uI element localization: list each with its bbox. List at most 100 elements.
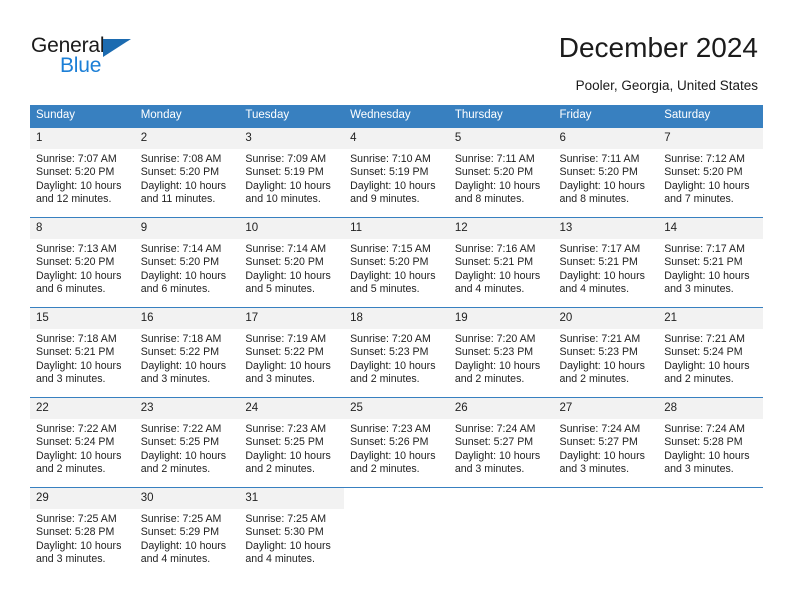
calendar-week-row: 22 Sunrise: 7:22 AM Sunset: 5:24 PM Dayligh… <box>30 397 763 488</box>
sunset-time: Sunset: 5:26 PM <box>350 436 429 449</box>
weekday-header-sunday: Sunday <box>30 105 135 128</box>
calendar-day-cell[interactable]: 28 Sunrise: 7:24 AM Sunset: 5:28 PM Dayligh… <box>658 397 763 488</box>
sunset-time: Sunset: 5:23 PM <box>454 346 534 359</box>
calendar-day-cell[interactable]: 19 Sunrise: 7:20 AM Sunset: 5:23 PM Dayligh… <box>448 307 554 398</box>
calendar-day-cell[interactable]: 16 Sunrise: 7:18 AM Sunset: 5:22 PM Dayligh… <box>134 307 240 398</box>
daylight-duration-line2: and 4 minutes. <box>140 553 211 566</box>
sunrise-time: Sunrise: 7:07 AM <box>36 153 117 165</box>
calendar-page: General Blue December 2024 Pooler, Georg… <box>0 0 792 612</box>
day-details: Sunrise: 7:25 AM Sunset: 5:28 PM Daylight:… <box>30 509 135 567</box>
calendar-day-cell[interactable]: 27 Sunrise: 7:24 AM Sunset: 5:27 PM Dayligh… <box>553 397 659 488</box>
daylight-duration-line1: Daylight: 10 hours <box>454 269 541 282</box>
sunrise-time: Sunrise: 7:24 AM <box>664 423 745 435</box>
day-details: Sunrise: 7:14 AM Sunset: 5:20 PM Daylight:… <box>135 239 240 297</box>
daylight-duration-line1: Daylight: 10 hours <box>140 179 227 192</box>
calendar-header-row: Sunday Monday Tuesday Wednesday Thursday… <box>30 105 763 128</box>
calendar-day-cell[interactable]: 21 Sunrise: 7:21 AM Sunset: 5:24 PM Dayligh… <box>658 307 763 398</box>
page-header: General Blue December 2024 Pooler, Georg… <box>0 0 792 100</box>
day-number: 12 <box>448 218 554 239</box>
day-number: 6 <box>553 128 659 149</box>
day-number: 13 <box>553 218 659 239</box>
calendar-day-cell[interactable]: 29 Sunrise: 7:25 AM Sunset: 5:28 PM Dayligh… <box>30 487 135 578</box>
daylight-duration-line2: and 3 minutes. <box>664 283 734 296</box>
daylight-duration-line1: Daylight: 10 hours <box>559 179 645 192</box>
calendar-day-cell[interactable]: 17 Sunrise: 7:19 AM Sunset: 5:22 PM Dayligh… <box>239 307 345 398</box>
sunrise-time: Sunrise: 7:25 AM <box>140 513 222 525</box>
sunrise-time: Sunrise: 7:24 AM <box>454 423 536 435</box>
calendar-day-cell[interactable]: 2 Sunrise: 7:08 AM Sunset: 5:20 PM Daylight… <box>134 127 240 218</box>
day-details: Sunrise: 7:07 AM Sunset: 5:20 PM Daylight:… <box>30 149 135 207</box>
sunset-time: Sunset: 5:22 PM <box>245 346 324 359</box>
calendar-day-cell[interactable]: 13 Sunrise: 7:17 AM Sunset: 5:21 PM Dayligh… <box>553 217 659 308</box>
calendar-day-cell[interactable]: 9 Sunrise: 7:14 AM Sunset: 5:20 PM Daylight… <box>134 217 240 308</box>
calendar-day-cell[interactable]: 11 Sunrise: 7:15 AM Sunset: 5:20 PM Dayligh… <box>344 217 449 308</box>
sunrise-time: Sunrise: 7:21 AM <box>559 333 641 345</box>
calendar-day-cell[interactable]: 5 Sunrise: 7:11 AM Sunset: 5:20 PM Daylight… <box>448 127 554 218</box>
calendar-day-cell[interactable]: 31 Sunrise: 7:25 AM Sunset: 5:30 PM Dayligh… <box>239 487 345 578</box>
calendar-day-cell[interactable]: 1 Sunrise: 7:07 AM Sunset: 5:20 PM Daylight… <box>30 127 135 218</box>
daylight-duration-line2: and 2 minutes. <box>350 463 420 476</box>
daylight-duration-line1: Daylight: 10 hours <box>454 179 541 192</box>
daylight-duration-line1: Daylight: 10 hours <box>36 179 122 192</box>
sunrise-time: Sunrise: 7:17 AM <box>559 243 641 255</box>
sunset-time: Sunset: 5:20 PM <box>559 166 638 179</box>
daylight-duration-line2: and 8 minutes. <box>559 193 630 206</box>
day-number: 18 <box>344 308 449 329</box>
daylight-duration-line1: Daylight: 10 hours <box>36 539 122 552</box>
daylight-duration-line2: and 5 minutes. <box>245 283 315 296</box>
sunrise-time: Sunrise: 7:18 AM <box>140 333 222 345</box>
calendar-day-cell[interactable]: 15 Sunrise: 7:18 AM Sunset: 5:21 PM Dayligh… <box>30 307 135 398</box>
calendar-day-cell[interactable]: 20 Sunrise: 7:21 AM Sunset: 5:23 PM Dayligh… <box>553 307 659 398</box>
calendar-day-cell[interactable]: 26 Sunrise: 7:24 AM Sunset: 5:27 PM Dayligh… <box>448 397 554 488</box>
sunset-time: Sunset: 5:20 PM <box>36 166 115 179</box>
day-number: 14 <box>658 218 763 239</box>
day-details: Sunrise: 7:16 AM Sunset: 5:21 PM Daylight:… <box>449 239 554 297</box>
day-number: 21 <box>658 308 763 329</box>
calendar-day-cell[interactable]: 10 Sunrise: 7:14 AM Sunset: 5:20 PM Dayligh… <box>239 217 345 308</box>
day-details: Sunrise: 7:13 AM Sunset: 5:20 PM Daylight:… <box>30 239 135 297</box>
day-number: 20 <box>553 308 659 329</box>
sunrise-time: Sunrise: 7:25 AM <box>36 513 117 525</box>
sunset-time: Sunset: 5:30 PM <box>245 526 324 539</box>
day-details: Sunrise: 7:11 AM Sunset: 5:20 PM Daylight:… <box>449 149 554 207</box>
day-details: Sunrise: 7:17 AM Sunset: 5:21 PM Daylight:… <box>658 239 763 297</box>
calendar-day-cell-empty <box>553 487 659 578</box>
calendar-day-cell[interactable]: 24 Sunrise: 7:23 AM Sunset: 5:25 PM Dayligh… <box>239 397 345 488</box>
logo-text-blue: Blue <box>60 54 102 77</box>
sunrise-time: Sunrise: 7:20 AM <box>350 333 431 345</box>
day-details: Sunrise: 7:12 AM Sunset: 5:20 PM Daylight:… <box>658 149 763 207</box>
day-details: Sunrise: 7:11 AM Sunset: 5:20 PM Daylight:… <box>554 149 659 207</box>
sunrise-time: Sunrise: 7:11 AM <box>454 153 535 165</box>
calendar-day-cell[interactable]: 3 Sunrise: 7:09 AM Sunset: 5:19 PM Daylight… <box>239 127 345 218</box>
sunrise-time: Sunrise: 7:14 AM <box>140 243 222 255</box>
calendar-day-cell[interactable]: 7 Sunrise: 7:12 AM Sunset: 5:20 PM Daylight… <box>658 127 763 218</box>
calendar-day-cell[interactable]: 18 Sunrise: 7:20 AM Sunset: 5:23 PM Dayligh… <box>344 307 449 398</box>
day-details: Sunrise: 7:10 AM Sunset: 5:19 PM Daylight:… <box>344 149 449 207</box>
day-number: 22 <box>30 398 135 419</box>
calendar-day-cell[interactable]: 8 Sunrise: 7:13 AM Sunset: 5:20 PM Daylight… <box>30 217 135 308</box>
daylight-duration-line1: Daylight: 10 hours <box>36 359 122 372</box>
page-subtitle-location: Pooler, Georgia, United States <box>575 78 758 93</box>
calendar-table: Sunday Monday Tuesday Wednesday Thursday… <box>30 105 763 578</box>
sunrise-time: Sunrise: 7:21 AM <box>664 333 745 345</box>
calendar-day-cell[interactable]: 23 Sunrise: 7:22 AM Sunset: 5:25 PM Dayligh… <box>134 397 240 488</box>
day-details: Sunrise: 7:21 AM Sunset: 5:24 PM Daylight:… <box>658 329 763 387</box>
day-number: 2 <box>134 128 240 149</box>
general-blue-logo[interactable]: General Blue <box>31 35 161 81</box>
day-number: 16 <box>134 308 240 329</box>
calendar-day-cell[interactable]: 4 Sunrise: 7:10 AM Sunset: 5:19 PM Daylight… <box>344 127 449 218</box>
day-details: Sunrise: 7:25 AM Sunset: 5:30 PM Daylight:… <box>239 509 344 567</box>
calendar-day-cell[interactable]: 6 Sunrise: 7:11 AM Sunset: 5:20 PM Daylight… <box>553 127 659 218</box>
daylight-duration-line1: Daylight: 10 hours <box>140 539 227 552</box>
calendar-day-cell[interactable]: 22 Sunrise: 7:22 AM Sunset: 5:24 PM Dayligh… <box>30 397 135 488</box>
day-number: 10 <box>239 218 345 239</box>
day-number: 17 <box>239 308 345 329</box>
calendar-day-cell[interactable]: 12 Sunrise: 7:16 AM Sunset: 5:21 PM Dayligh… <box>448 217 554 308</box>
calendar-day-cell[interactable]: 25 Sunrise: 7:23 AM Sunset: 5:26 PM Dayligh… <box>344 397 449 488</box>
daylight-duration-line2: and 2 minutes. <box>140 463 211 476</box>
sunrise-time: Sunrise: 7:22 AM <box>36 423 117 435</box>
daylight-duration-line2: and 3 minutes. <box>245 373 315 386</box>
day-number: 9 <box>134 218 240 239</box>
calendar-day-cell[interactable]: 30 Sunrise: 7:25 AM Sunset: 5:29 PM Dayligh… <box>134 487 240 578</box>
calendar-day-cell[interactable]: 14 Sunrise: 7:17 AM Sunset: 5:21 PM Dayligh… <box>658 217 763 308</box>
